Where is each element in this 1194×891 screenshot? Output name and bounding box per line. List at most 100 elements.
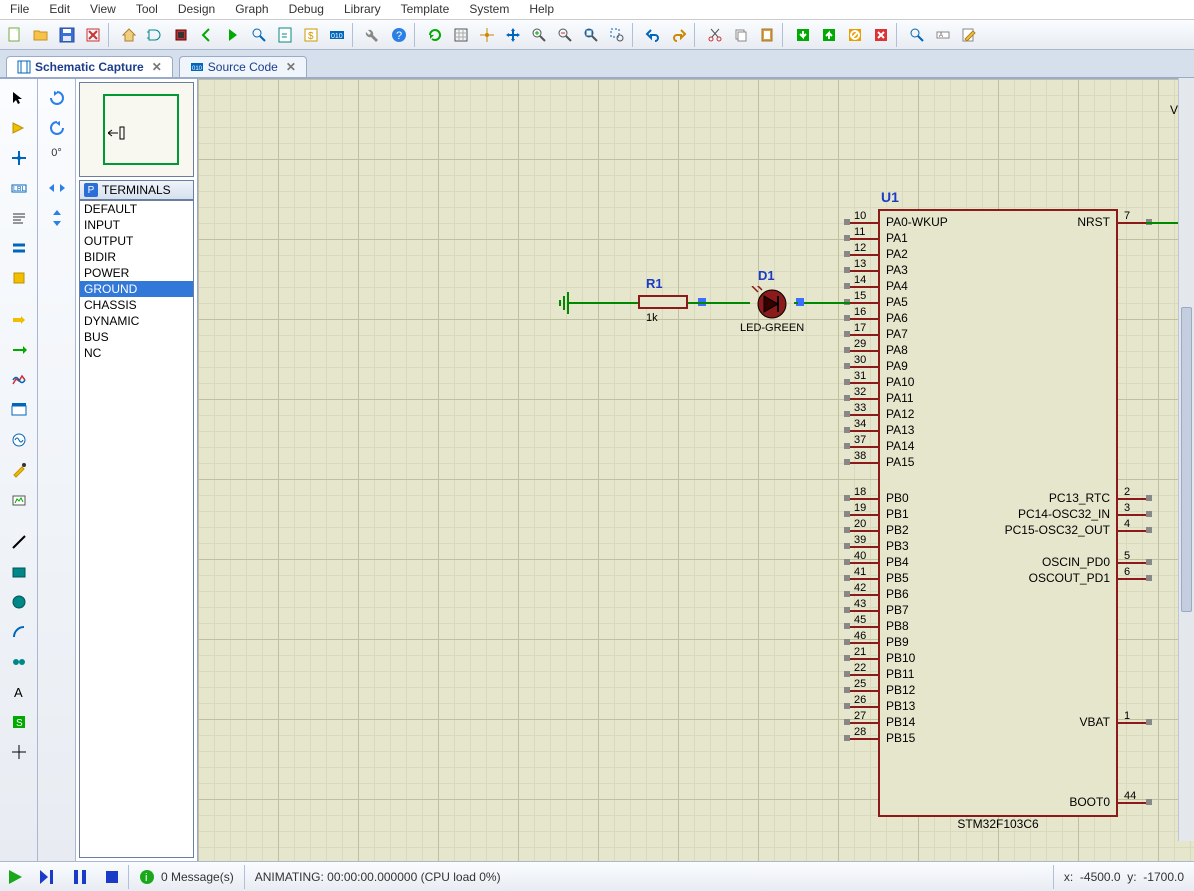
undo-icon[interactable] — [641, 23, 665, 47]
menu-debug[interactable]: Debug — [279, 0, 334, 19]
refresh-icon[interactable] — [423, 23, 447, 47]
menu-system[interactable]: System — [459, 0, 519, 19]
device-pin-icon[interactable] — [6, 337, 32, 363]
save-icon[interactable] — [55, 23, 79, 47]
tab-close-icon[interactable]: ✕ — [286, 60, 296, 74]
sim-stop-icon[interactable] — [98, 865, 126, 889]
ground-terminal[interactable] — [558, 288, 580, 318]
zoom-out-icon[interactable] — [553, 23, 577, 47]
arc-2d-icon[interactable] — [6, 619, 32, 645]
subcircuit-icon[interactable] — [6, 265, 32, 291]
home-icon[interactable] — [117, 23, 141, 47]
terminal-item[interactable]: DEFAULT — [80, 201, 193, 217]
generator-icon[interactable] — [6, 427, 32, 453]
menu-edit[interactable]: Edit — [39, 0, 80, 19]
tab-schematic[interactable]: Schematic Capture ✕ — [6, 56, 173, 77]
bom-icon[interactable]: ≣ — [273, 23, 297, 47]
menu-help[interactable]: Help — [519, 0, 564, 19]
zoom-in-icon[interactable] — [527, 23, 551, 47]
line-2d-icon[interactable] — [6, 529, 32, 555]
open-file-icon[interactable] — [29, 23, 53, 47]
terminal-item[interactable]: DYNAMIC — [80, 313, 193, 329]
zoom-area-icon[interactable] — [247, 23, 271, 47]
wrench-icon[interactable] — [361, 23, 385, 47]
gate-icon[interactable] — [143, 23, 167, 47]
grid-icon[interactable] — [449, 23, 473, 47]
wire-label-icon[interactable]: LBL — [6, 175, 32, 201]
zoom-fit-icon[interactable] — [579, 23, 603, 47]
tab-close-icon[interactable]: ✕ — [152, 60, 162, 74]
terminal-item[interactable]: BUS — [80, 329, 193, 345]
component-mode-icon[interactable] — [6, 115, 32, 141]
sim-play-icon[interactable] — [2, 865, 30, 889]
symbol-2d-icon[interactable]: S — [6, 709, 32, 735]
menu-tool[interactable]: Tool — [126, 0, 168, 19]
terminal-item[interactable]: BIDIR — [80, 249, 193, 265]
search-icon[interactable] — [905, 23, 929, 47]
cut-icon[interactable] — [703, 23, 727, 47]
rotate-ccw-icon[interactable] — [44, 115, 70, 141]
rotate-cw-icon[interactable] — [44, 85, 70, 111]
dollar-icon[interactable]: $ — [299, 23, 323, 47]
help-icon[interactable]: ? — [387, 23, 411, 47]
overview-panel[interactable] — [79, 82, 194, 177]
terminals-header[interactable]: P TERMINALS — [79, 180, 194, 200]
paste-icon[interactable] — [755, 23, 779, 47]
sim-step-icon[interactable] — [34, 865, 62, 889]
text-script-icon[interactable] — [6, 205, 32, 231]
redo-icon[interactable] — [667, 23, 691, 47]
instruments-icon[interactable] — [6, 487, 32, 513]
menu-design[interactable]: Design — [168, 0, 225, 19]
pan-icon[interactable] — [501, 23, 525, 47]
vertical-scrollbar[interactable] — [1178, 78, 1194, 841]
new-file-icon[interactable] — [3, 23, 27, 47]
close-icon[interactable] — [81, 23, 105, 47]
schematic-canvas[interactable]: STM32F103C6U110PA0-WKUP11PA112PA213PA314… — [198, 79, 1194, 861]
menu-library[interactable]: Library — [334, 0, 391, 19]
menu-template[interactable]: Template — [391, 0, 460, 19]
selection-mode-icon[interactable] — [6, 85, 32, 111]
sim-pause-icon[interactable] — [66, 865, 94, 889]
led-component[interactable] — [748, 286, 796, 322]
flip-horizontal-icon[interactable] — [44, 175, 70, 201]
run-icon[interactable] — [221, 23, 245, 47]
terminals-mode-icon[interactable] — [6, 307, 32, 333]
resistor-component[interactable] — [638, 295, 688, 309]
marker-2d-icon[interactable] — [6, 739, 32, 765]
chip-icon[interactable] — [169, 23, 193, 47]
junction-icon[interactable] — [6, 145, 32, 171]
circle-2d-icon[interactable] — [6, 589, 32, 615]
copy-icon[interactable] — [729, 23, 753, 47]
box-2d-icon[interactable] — [6, 559, 32, 585]
menu-view[interactable]: View — [80, 0, 126, 19]
text-2d-icon[interactable]: A — [6, 679, 32, 705]
origin-icon[interactable] — [475, 23, 499, 47]
terminal-item[interactable]: CHASSIS — [80, 297, 193, 313]
tab-source[interactable]: 010 Source Code ✕ — [179, 56, 307, 77]
probe-icon[interactable] — [6, 457, 32, 483]
arrow-left-icon[interactable] — [195, 23, 219, 47]
menu-file[interactable]: File — [0, 0, 39, 19]
messages-status[interactable]: i 0 Message(s) — [128, 865, 244, 889]
bus-icon[interactable] — [6, 235, 32, 261]
menu-graph[interactable]: Graph — [225, 0, 278, 19]
zoom-region-icon[interactable] — [605, 23, 629, 47]
block-down-icon[interactable] — [791, 23, 815, 47]
tape-icon[interactable] — [6, 397, 32, 423]
terminal-item[interactable]: INPUT — [80, 217, 193, 233]
tag-icon[interactable]: A — [931, 23, 955, 47]
terminals-list[interactable]: DEFAULTINPUTOUTPUTBIDIRPOWERGROUNDCHASSI… — [79, 200, 194, 858]
terminal-item[interactable]: NC — [80, 345, 193, 361]
terminal-item[interactable]: GROUND — [80, 281, 193, 297]
edit-sheet-icon[interactable] — [957, 23, 981, 47]
binary-icon[interactable]: 010 — [325, 23, 349, 47]
terminal-item[interactable]: POWER — [80, 265, 193, 281]
flip-vertical-icon[interactable] — [44, 205, 70, 231]
block-delete-icon[interactable] — [869, 23, 893, 47]
terminal-item[interactable]: OUTPUT — [80, 233, 193, 249]
svg-text:≣: ≣ — [281, 31, 288, 40]
graph-mode-icon[interactable] — [6, 367, 32, 393]
path-2d-icon[interactable] — [6, 649, 32, 675]
block-cancel-icon[interactable] — [843, 23, 867, 47]
block-up-icon[interactable] — [817, 23, 841, 47]
